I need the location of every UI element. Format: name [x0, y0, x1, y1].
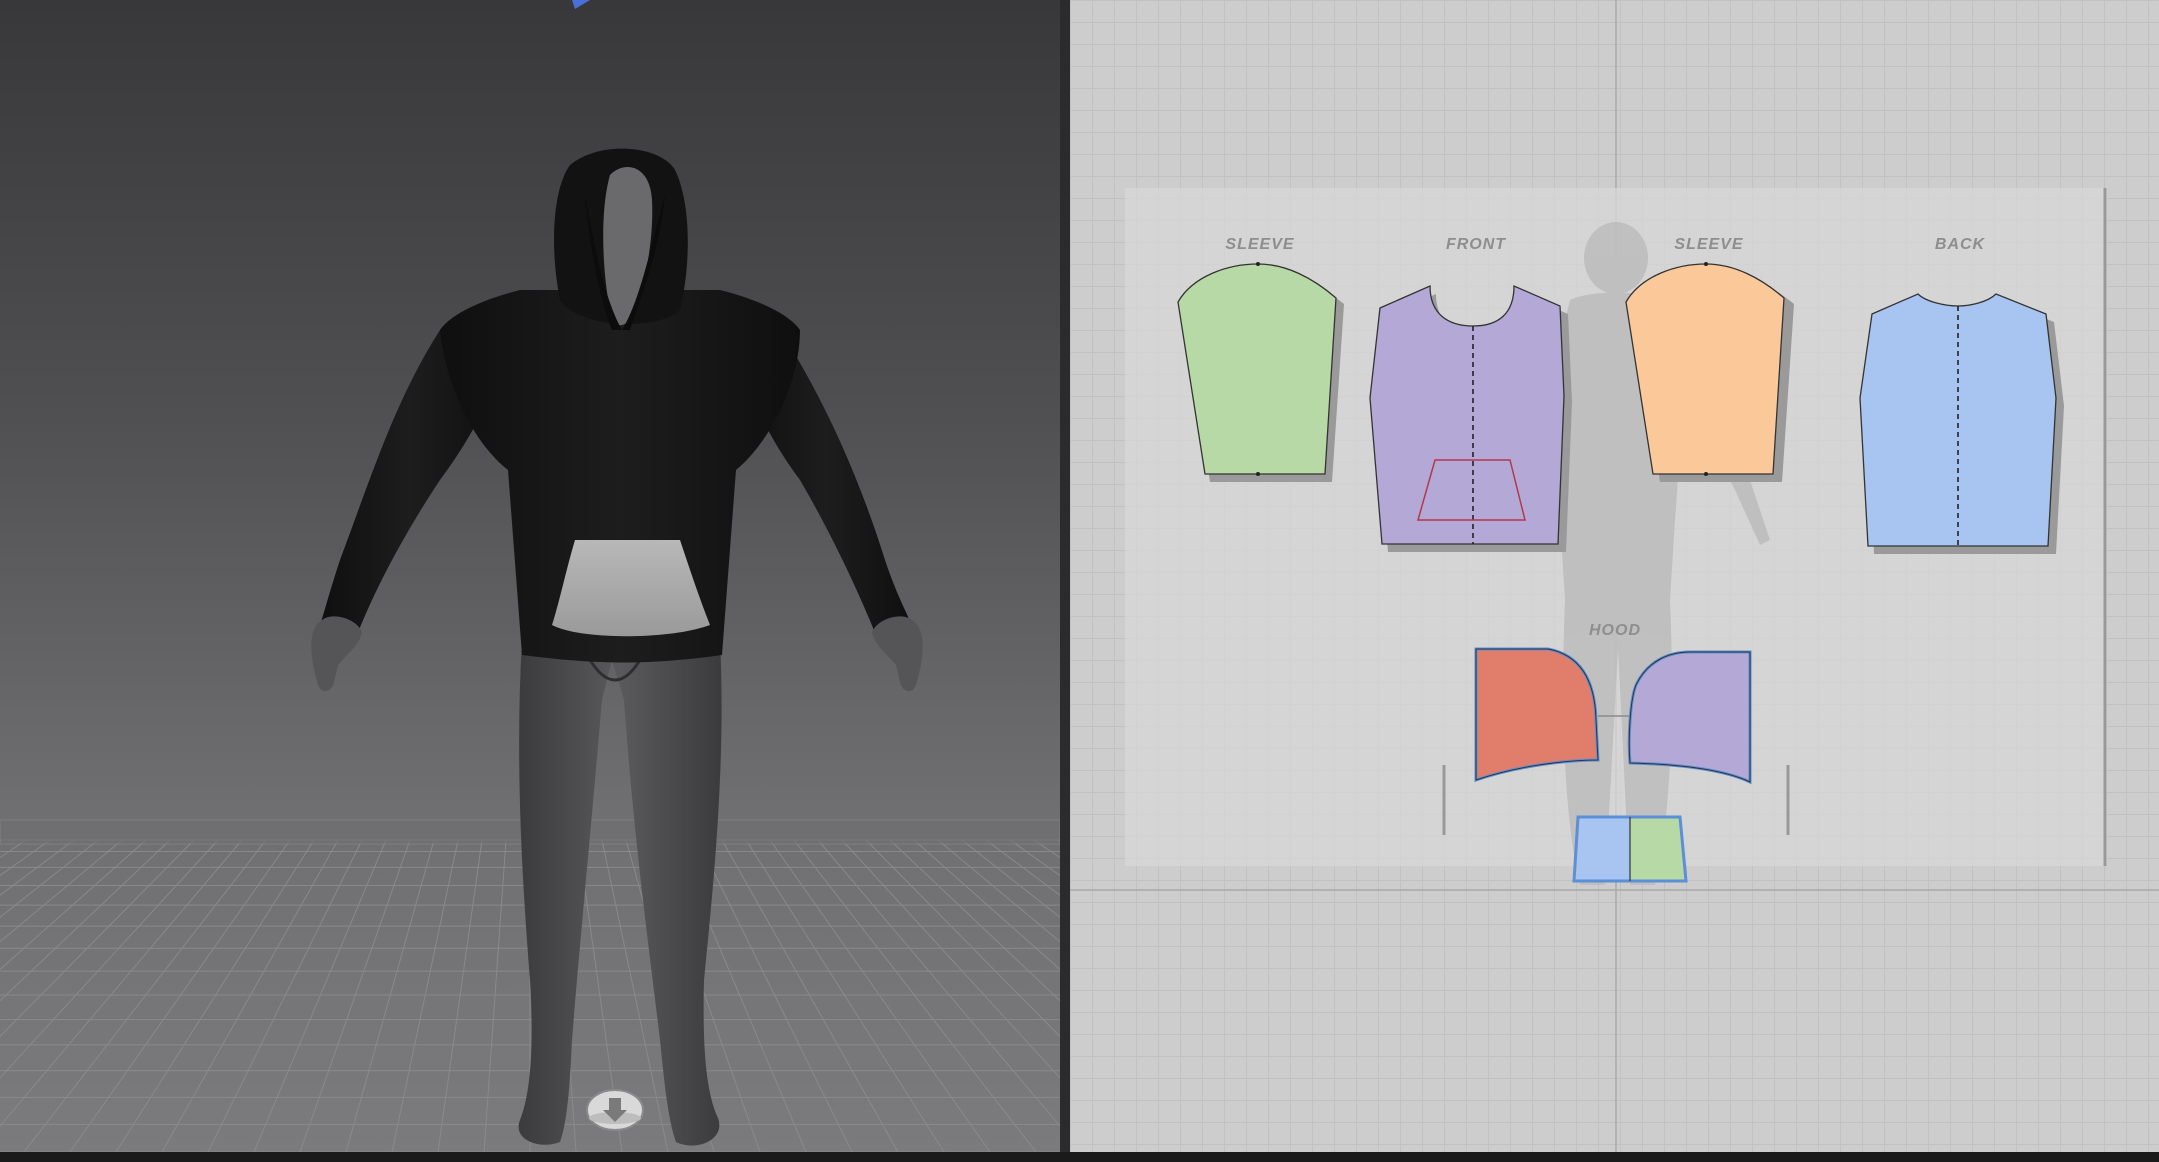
- floor-grid-line: [299, 839, 411, 1152]
- floor-grid-line: [0, 839, 99, 918]
- floor-grid-line: [0, 839, 75, 896]
- floor-grid-line: [913, 839, 1060, 971]
- floor-grid-line: [69, 839, 291, 1152]
- avatar-left-hand: [311, 616, 362, 692]
- floor-grid-line: [253, 839, 387, 1152]
- floor-grid-line: [0, 839, 27, 859]
- floor-grid-line: [1033, 839, 1060, 859]
- arrow-icon[interactable]: [572, 0, 590, 9]
- floor-grid-line: [1009, 839, 1060, 877]
- floor-grid-line: [0, 839, 123, 943]
- floor-grid-line: [115, 839, 315, 1152]
- floor-grid-line: [793, 839, 1037, 1152]
- label-sleeve-right: SLEEVE: [1674, 236, 1743, 253]
- floor-grid-line: [745, 839, 945, 1152]
- floor-grid-line: [23, 839, 267, 1152]
- floor-grid-line: [207, 839, 363, 1152]
- floor-grid-line: [769, 839, 991, 1152]
- floor-grid-line: [865, 839, 1060, 1038]
- floor-grid-line: [161, 839, 339, 1152]
- floor-grid-line: [0, 839, 195, 1038]
- floor-grid-line: [961, 839, 1060, 918]
- 2d-pattern-viewport[interactable]: SLEEVE FRONT SLEEVE BACK HOOD: [1070, 0, 2159, 1152]
- floor-grid-line: [697, 839, 853, 1152]
- avatar-right-hand: [872, 616, 923, 692]
- pattern-piece-hood-left[interactable]: [1474, 647, 1600, 783]
- 3d-scene[interactable]: [0, 0, 1060, 1152]
- floor-grid-line: [985, 839, 1060, 896]
- floor-grid-line: [0, 839, 147, 971]
- pattern-piece-sleeve-left[interactable]: [1177, 262, 1344, 482]
- floor-grid-line: [721, 839, 899, 1152]
- floor-grid-line: [841, 839, 1060, 1079]
- status-bar: [0, 1152, 2159, 1162]
- label-back: BACK: [1935, 236, 1986, 253]
- 3d-viewport[interactable]: [0, 0, 1060, 1152]
- floor-grid-line: [391, 839, 459, 1152]
- pattern-piece-hood-right[interactable]: [1627, 650, 1752, 785]
- floor-grid-line: [0, 839, 51, 877]
- floor-grid-line: [0, 839, 219, 1079]
- hoodie-3d[interactable]: [440, 148, 800, 663]
- floor-grid-line: [937, 839, 1060, 943]
- avatar-hotspot-icon[interactable]: [586, 1089, 644, 1131]
- floor-grid-line: [437, 839, 483, 1152]
- pattern-piece-front[interactable]: [1369, 285, 1572, 552]
- label-sleeve-left: SLEEVE: [1225, 236, 1294, 253]
- label-front: FRONT: [1446, 236, 1506, 253]
- pattern-piece-hood-gusset[interactable]: [1562, 815, 1688, 883]
- avatar-legs: [518, 640, 722, 1146]
- floor-grid-line: [483, 839, 507, 1152]
- viewport-splitter[interactable]: [1060, 0, 1070, 1152]
- pattern-piece-back[interactable]: [1859, 293, 2064, 554]
- 2d-pattern-scene[interactable]: SLEEVE FRONT SLEEVE BACK HOOD: [1070, 0, 2159, 1152]
- pattern-piece-sleeve-right[interactable]: [1625, 262, 1794, 482]
- floor-grid-line: [0, 839, 3, 842]
- floor-grid-line: [345, 839, 435, 1152]
- label-hood: HOOD: [1589, 622, 1641, 639]
